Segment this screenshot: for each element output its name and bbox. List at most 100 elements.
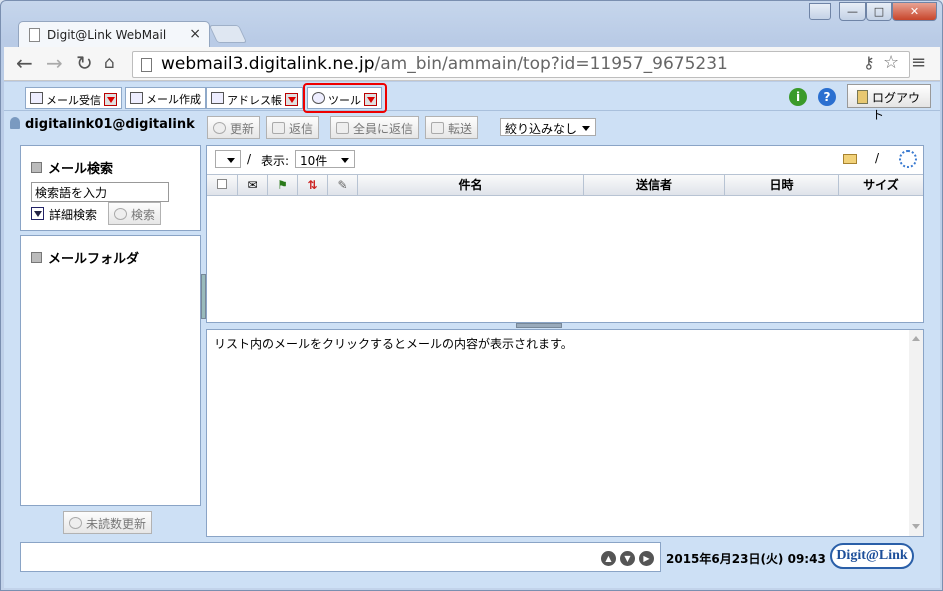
mail-receive-dropdown-icon[interactable] xyxy=(104,93,117,106)
display-label: 表示: xyxy=(261,154,290,168)
refresh-icon xyxy=(213,122,226,134)
list-slash: / xyxy=(247,152,252,166)
user-icon xyxy=(10,117,20,129)
home-icon[interactable]: ⌂ xyxy=(104,52,115,74)
address-book-icon xyxy=(211,92,224,104)
tab-address-book-label: アドレス帳 xyxy=(227,94,282,107)
scroll-up-icon[interactable] xyxy=(912,336,920,341)
tab-mail-compose-label: メール作成 xyxy=(146,93,201,106)
browser-window: Digit@Link WebMail × — □ ✕ ← → ↻ ⌂ webma… xyxy=(0,0,943,591)
key-icon[interactable]: ⚷ xyxy=(863,53,875,72)
help-icon[interactable]: ? xyxy=(818,88,836,106)
preview-pane: リスト内のメールをクリックするとメールの内容が表示されます。 xyxy=(206,329,924,537)
tab-mail-compose[interactable]: メール作成 xyxy=(125,87,206,109)
flag-icon[interactable]: ⚑ xyxy=(268,175,298,195)
tab-title: Digit@Link WebMail xyxy=(47,28,167,42)
folder-title: メールフォルダ xyxy=(31,248,139,267)
search-button[interactable]: 検索 xyxy=(108,202,162,225)
nav-down-icon[interactable]: ▼ xyxy=(620,551,635,566)
advanced-search-label: 詳細検索 xyxy=(49,208,98,222)
reply-icon xyxy=(272,122,285,134)
search-input[interactable]: 検索語を入力 xyxy=(31,182,169,202)
header-slash: / xyxy=(875,151,880,165)
star-icon[interactable]: ☆ xyxy=(883,52,899,73)
tab-mail-receive[interactable]: メール受信 xyxy=(25,87,122,109)
preview-scrollbar[interactable] xyxy=(909,330,923,536)
forward-label: 転送 xyxy=(448,122,473,136)
list-page-select[interactable] xyxy=(215,150,241,168)
forward-button[interactable]: 転送 xyxy=(425,116,479,139)
refresh-button[interactable]: 更新 xyxy=(207,116,261,139)
close-window-button[interactable]: ✕ xyxy=(892,2,937,21)
unread-refresh-icon xyxy=(69,517,82,529)
preview-message: リスト内のメールをクリックするとメールの内容が表示されます。 xyxy=(214,337,573,351)
search-button-label: 検索 xyxy=(131,208,156,222)
unread-refresh-label: 未読数更新 xyxy=(86,517,147,531)
attachment-icon[interactable]: ✎ xyxy=(328,175,358,195)
current-datetime: 2015年6月23日(火) 09:43 xyxy=(666,552,826,566)
logout-button[interactable]: ログアウト xyxy=(847,84,931,122)
reply-label: 返信 xyxy=(289,122,314,136)
advanced-search-toggle[interactable]: 詳細検索 xyxy=(31,206,97,223)
reply-all-icon xyxy=(336,122,349,134)
magnifier-icon xyxy=(114,208,127,220)
tab-close-icon[interactable]: × xyxy=(189,26,201,42)
filter-select[interactable]: 絞り込みなし xyxy=(500,118,597,136)
reload-icon[interactable]: ↻ xyxy=(76,52,93,74)
status-bar: ▲ ▼ ▶ 2015年6月23日(火) 09:43 Digit@Link xyxy=(20,542,924,574)
account-label: digitalink01@digitalink xyxy=(10,117,200,132)
search-title: メール検索 xyxy=(31,158,113,177)
status-message-box: ▲ ▼ ▶ xyxy=(20,542,661,572)
mail-list-panel: / 表示: 10件 / ✉ ⚑ ⇅ ✎ 件名 送信者 日時 サイズ xyxy=(206,145,924,323)
url-path: /am_bin/ammain/top?id=11957_9675231 xyxy=(374,54,728,74)
page-favicon-icon xyxy=(29,28,40,42)
advanced-search-icon xyxy=(31,207,44,220)
webmail-page: メール受信 メール作成 アドレス帳 ツール i ? ログアウト digitali… xyxy=(4,82,940,588)
address-bar[interactable]: webmail3.digitalink.ne.jp/am_bin/ammain/… xyxy=(132,51,910,78)
search-panel: メール検索 検索語を入力 詳細検索 検索 xyxy=(20,145,201,231)
profile-icon[interactable] xyxy=(809,3,831,20)
info-icon[interactable]: i xyxy=(789,88,807,106)
forward-icon[interactable]: → xyxy=(46,52,63,74)
address-book-dropdown-icon[interactable] xyxy=(285,93,298,106)
tools-highlight-box xyxy=(303,83,387,113)
browser-toolbar: ← → ↻ ⌂ webmail3.digitalink.ne.jp/am_bin… xyxy=(4,47,940,81)
column-subject[interactable]: 件名 xyxy=(358,175,584,195)
app-toolbar: メール受信 メール作成 アドレス帳 ツール i ? ログアウト xyxy=(4,82,940,122)
forward-icon xyxy=(431,122,444,134)
new-tab-button[interactable] xyxy=(208,25,248,43)
column-size[interactable]: サイズ xyxy=(839,175,923,195)
minimize-button[interactable]: — xyxy=(839,2,866,21)
url-host: webmail3.digitalink.ne.jp xyxy=(161,54,375,74)
digitalink-logo: Digit@Link xyxy=(830,543,914,569)
per-page-select[interactable]: 10件 xyxy=(295,150,355,168)
column-sender[interactable]: 送信者 xyxy=(584,175,725,195)
select-all-checkbox[interactable] xyxy=(207,175,238,195)
splitter-handle[interactable] xyxy=(516,323,562,328)
tab-mail-receive-label: メール受信 xyxy=(46,94,101,107)
read-status-icon[interactable]: ✉ xyxy=(238,175,268,195)
maximize-button[interactable]: □ xyxy=(866,2,892,21)
loading-spinner-icon xyxy=(899,150,917,168)
back-icon[interactable]: ← xyxy=(16,52,33,74)
reply-all-label: 全員に返信 xyxy=(353,122,414,136)
folder-panel: メールフォルダ xyxy=(20,235,201,506)
folder-icon[interactable] xyxy=(843,154,857,164)
browser-tab[interactable]: Digit@Link WebMail × xyxy=(18,21,210,48)
mail-list-header: ✉ ⚑ ⇅ ✎ 件名 送信者 日時 サイズ xyxy=(207,174,923,196)
account-name: digitalink01@digitalink xyxy=(25,117,195,132)
page-icon xyxy=(141,58,152,72)
tab-address-book[interactable]: アドレス帳 xyxy=(206,87,303,109)
menu-icon[interactable]: ≡ xyxy=(911,52,926,74)
reply-all-button[interactable]: 全員に返信 xyxy=(330,116,420,139)
column-date[interactable]: 日時 xyxy=(725,175,839,195)
unread-refresh-button[interactable]: 未読数更新 xyxy=(63,511,153,534)
priority-icon[interactable]: ⇅ xyxy=(298,175,328,195)
reply-button[interactable]: 返信 xyxy=(266,116,320,139)
scroll-down-icon[interactable] xyxy=(912,524,920,529)
refresh-label: 更新 xyxy=(230,122,255,136)
mail-receive-icon xyxy=(30,92,43,104)
mail-compose-icon xyxy=(130,92,143,104)
nav-up-icon[interactable]: ▲ xyxy=(601,551,616,566)
nav-next-icon[interactable]: ▶ xyxy=(639,551,654,566)
